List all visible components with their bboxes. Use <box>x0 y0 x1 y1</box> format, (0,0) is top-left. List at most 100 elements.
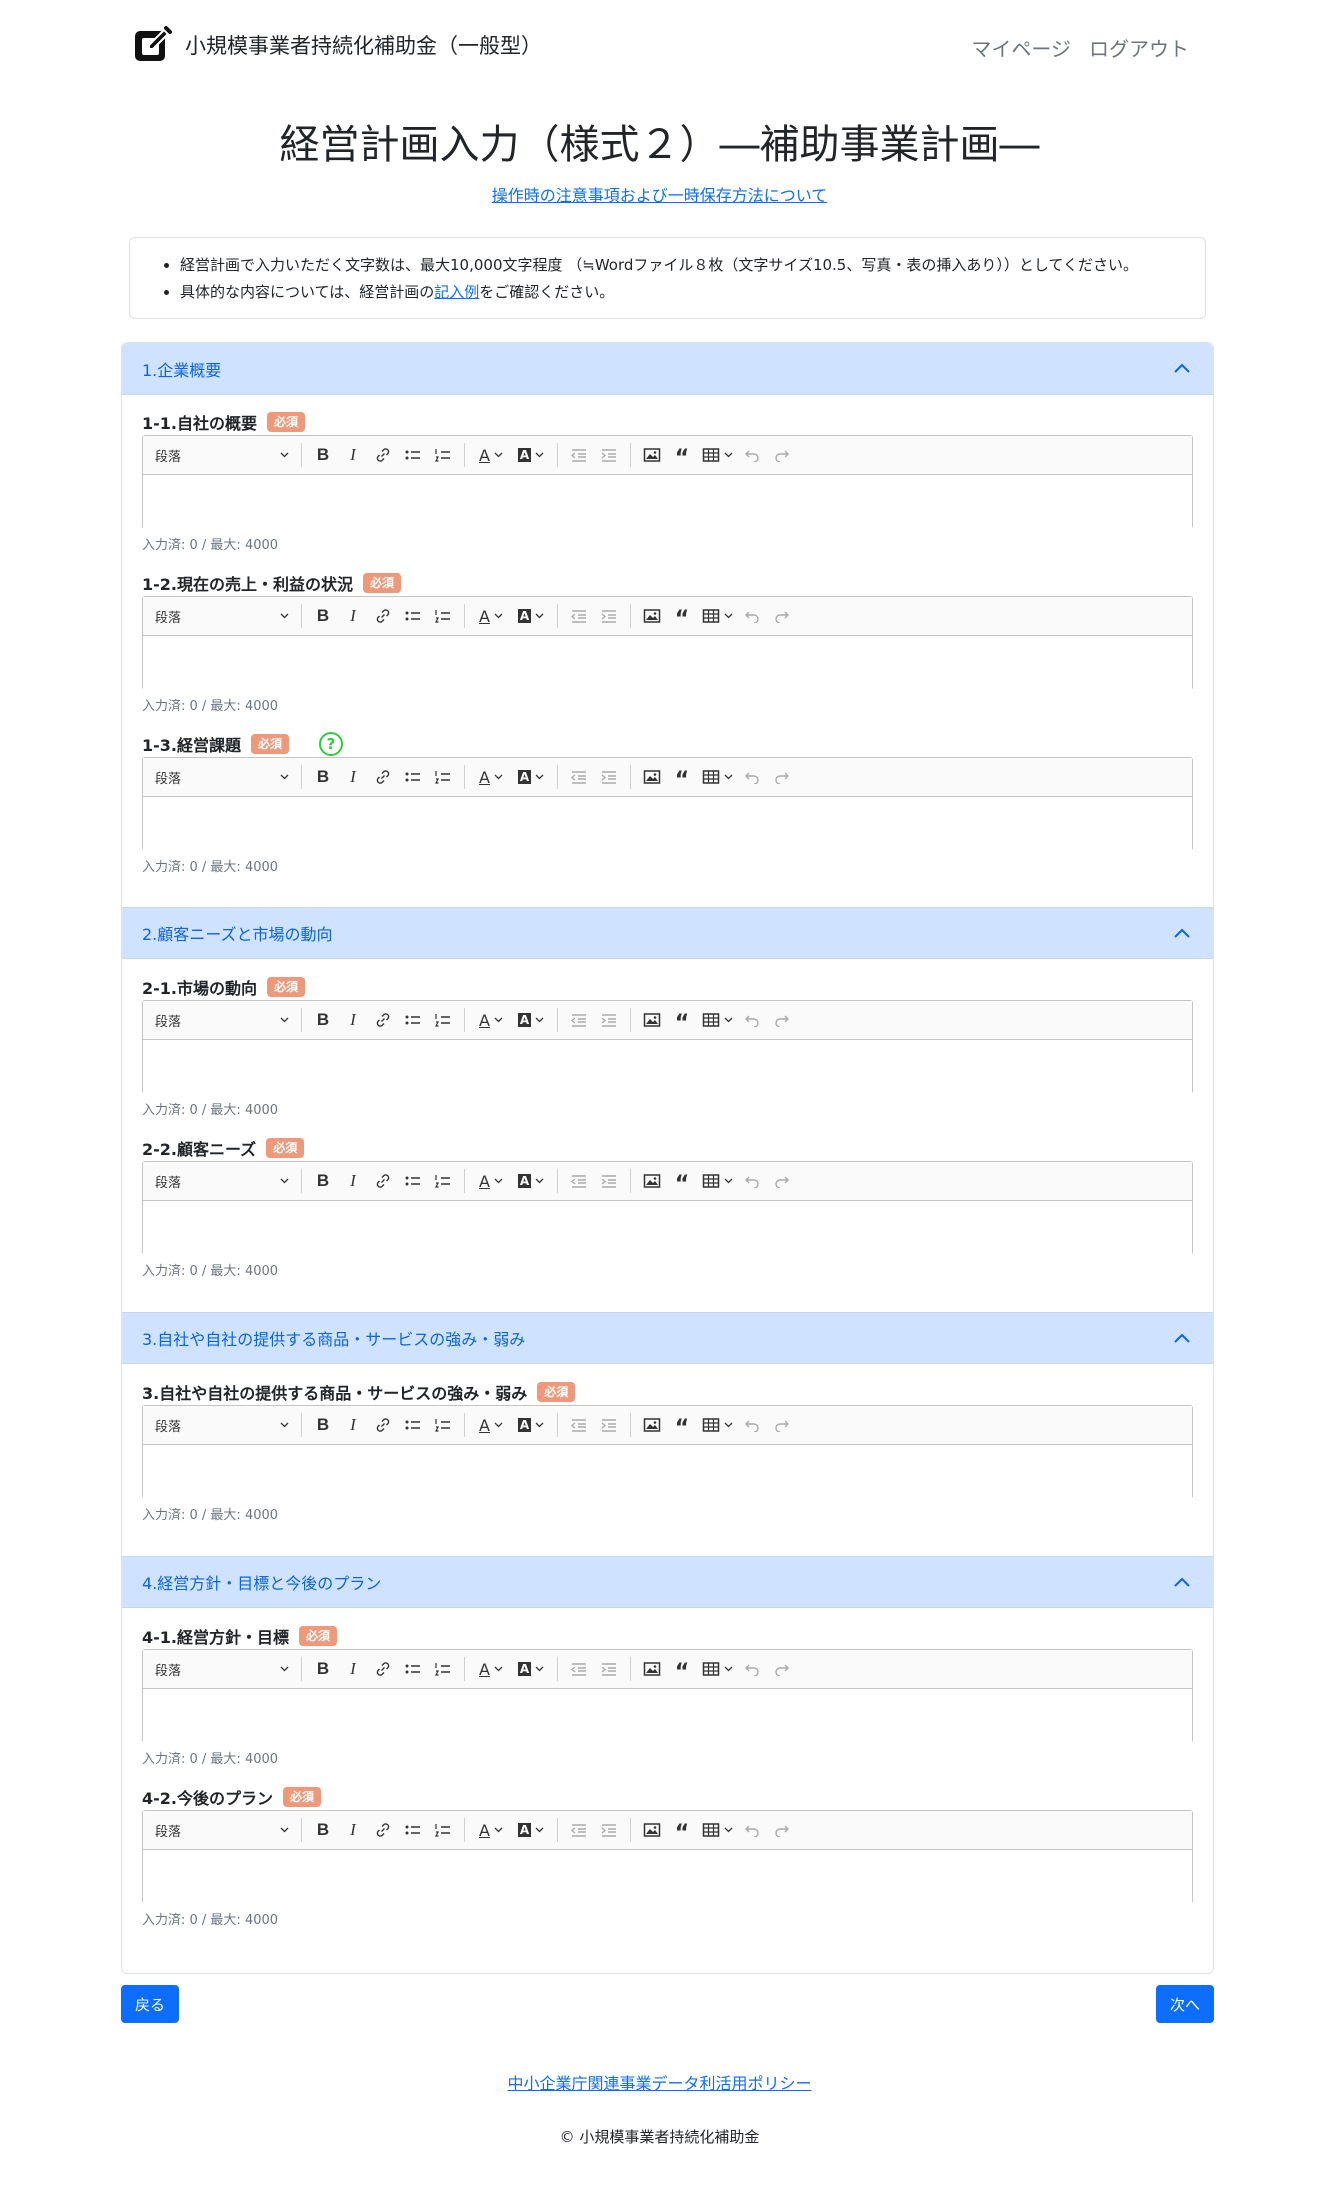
insert-table-icon[interactable] <box>697 1006 737 1034</box>
numbered-list-icon[interactable] <box>428 1411 458 1439</box>
insert-image-icon[interactable] <box>637 1816 667 1844</box>
link-icon[interactable] <box>368 602 398 630</box>
redo-icon[interactable] <box>767 602 797 630</box>
editor-input[interactable] <box>143 1201 1192 1255</box>
bulleted-list-icon[interactable] <box>398 441 428 469</box>
paragraph-select[interactable]: 段落 <box>155 446 295 465</box>
back-button[interactable]: 戻る <box>121 1985 179 2023</box>
insert-table-icon[interactable] <box>697 1167 737 1195</box>
link-icon[interactable] <box>368 1411 398 1439</box>
data-policy-link[interactable]: 中小企業庁関連事業データ利活用ポリシー <box>507 2074 811 2093</box>
insert-image-icon[interactable] <box>637 763 667 791</box>
bold-icon[interactable]: B <box>308 441 338 469</box>
redo-icon[interactable] <box>767 1655 797 1683</box>
redo-icon[interactable] <box>767 1006 797 1034</box>
block-quote-icon[interactable]: “ <box>667 602 697 631</box>
nav-mypage[interactable]: マイページ <box>971 33 1071 62</box>
outdent-icon[interactable] <box>564 602 594 630</box>
help-icon[interactable]: ? <box>319 732 344 756</box>
italic-icon[interactable]: I <box>338 1816 368 1844</box>
bulleted-list-icon[interactable] <box>398 1411 428 1439</box>
bold-icon[interactable]: B <box>308 1167 338 1195</box>
block-quote-icon[interactable]: “ <box>667 1816 697 1845</box>
bold-icon[interactable]: B <box>308 763 338 791</box>
numbered-list-icon[interactable] <box>428 441 458 469</box>
link-icon[interactable] <box>368 1167 398 1195</box>
background-color-icon[interactable]: A <box>511 763 551 791</box>
block-quote-icon[interactable]: “ <box>667 1411 697 1440</box>
undo-icon[interactable] <box>737 1411 767 1439</box>
chevron-up-icon[interactable] <box>1173 360 1191 374</box>
chevron-up-icon[interactable] <box>1173 1574 1191 1588</box>
section-header-1[interactable]: 1.企業概要 <box>122 343 1213 395</box>
undo-icon[interactable] <box>737 602 767 630</box>
indent-icon[interactable] <box>594 1655 624 1683</box>
insert-table-icon[interactable] <box>697 1411 737 1439</box>
numbered-list-icon[interactable] <box>428 1006 458 1034</box>
block-quote-icon[interactable]: “ <box>667 1167 697 1196</box>
numbered-list-icon[interactable] <box>428 1655 458 1683</box>
background-color-icon[interactable]: A <box>511 1006 551 1034</box>
undo-icon[interactable] <box>737 1655 767 1683</box>
chevron-up-icon[interactable] <box>1173 925 1191 939</box>
indent-icon[interactable] <box>594 1006 624 1034</box>
numbered-list-icon[interactable] <box>428 602 458 630</box>
undo-icon[interactable] <box>737 441 767 469</box>
block-quote-icon[interactable]: “ <box>667 1655 697 1684</box>
indent-icon[interactable] <box>594 602 624 630</box>
paragraph-select[interactable]: 段落 <box>155 1172 295 1191</box>
redo-icon[interactable] <box>767 1816 797 1844</box>
insert-table-icon[interactable] <box>697 602 737 630</box>
font-color-icon[interactable]: A <box>471 602 511 630</box>
font-color-icon[interactable]: A <box>471 1655 511 1683</box>
link-icon[interactable] <box>368 1655 398 1683</box>
numbered-list-icon[interactable] <box>428 763 458 791</box>
bold-icon[interactable]: B <box>308 1655 338 1683</box>
section-header-4[interactable]: 4.経営方針・目標と今後のプラン <box>122 1556 1213 1608</box>
redo-icon[interactable] <box>767 441 797 469</box>
chevron-up-icon[interactable] <box>1173 1330 1191 1344</box>
insert-table-icon[interactable] <box>697 1816 737 1844</box>
block-quote-icon[interactable]: “ <box>667 1006 697 1035</box>
paragraph-select[interactable]: 段落 <box>155 768 295 787</box>
insert-table-icon[interactable] <box>697 763 737 791</box>
bold-icon[interactable]: B <box>308 1816 338 1844</box>
redo-icon[interactable] <box>767 763 797 791</box>
paragraph-select[interactable]: 段落 <box>155 1416 295 1435</box>
font-color-icon[interactable]: A <box>471 1167 511 1195</box>
indent-icon[interactable] <box>594 1816 624 1844</box>
bulleted-list-icon[interactable] <box>398 1655 428 1683</box>
example-link[interactable]: 記入例 <box>434 283 479 301</box>
bulleted-list-icon[interactable] <box>398 1167 428 1195</box>
numbered-list-icon[interactable] <box>428 1816 458 1844</box>
font-color-icon[interactable]: A <box>471 1006 511 1034</box>
italic-icon[interactable]: I <box>338 1411 368 1439</box>
italic-icon[interactable]: I <box>338 441 368 469</box>
outdent-icon[interactable] <box>564 763 594 791</box>
paragraph-select[interactable]: 段落 <box>155 607 295 626</box>
insert-image-icon[interactable] <box>637 1167 667 1195</box>
insert-image-icon[interactable] <box>637 1411 667 1439</box>
font-color-icon[interactable]: A <box>471 1411 511 1439</box>
editor-input[interactable] <box>143 1689 1192 1743</box>
font-color-icon[interactable]: A <box>471 1816 511 1844</box>
background-color-icon[interactable]: A <box>511 602 551 630</box>
bold-icon[interactable]: B <box>308 602 338 630</box>
italic-icon[interactable]: I <box>338 1167 368 1195</box>
numbered-list-icon[interactable] <box>428 1167 458 1195</box>
insert-image-icon[interactable] <box>637 602 667 630</box>
insert-table-icon[interactable] <box>697 1655 737 1683</box>
operation-notes-link[interactable]: 操作時の注意事項および一時保存方法について <box>492 186 828 205</box>
next-button[interactable]: 次へ <box>1156 1985 1214 2023</box>
section-header-3[interactable]: 3.自社や自社の提供する商品・サービスの強み・弱み <box>122 1312 1213 1364</box>
background-color-icon[interactable]: A <box>511 1655 551 1683</box>
italic-icon[interactable]: I <box>338 1006 368 1034</box>
insert-image-icon[interactable] <box>637 441 667 469</box>
background-color-icon[interactable]: A <box>511 1816 551 1844</box>
italic-icon[interactable]: I <box>338 763 368 791</box>
indent-icon[interactable] <box>594 441 624 469</box>
undo-icon[interactable] <box>737 1167 767 1195</box>
block-quote-icon[interactable]: “ <box>667 763 697 792</box>
bold-icon[interactable]: B <box>308 1411 338 1439</box>
indent-icon[interactable] <box>594 763 624 791</box>
